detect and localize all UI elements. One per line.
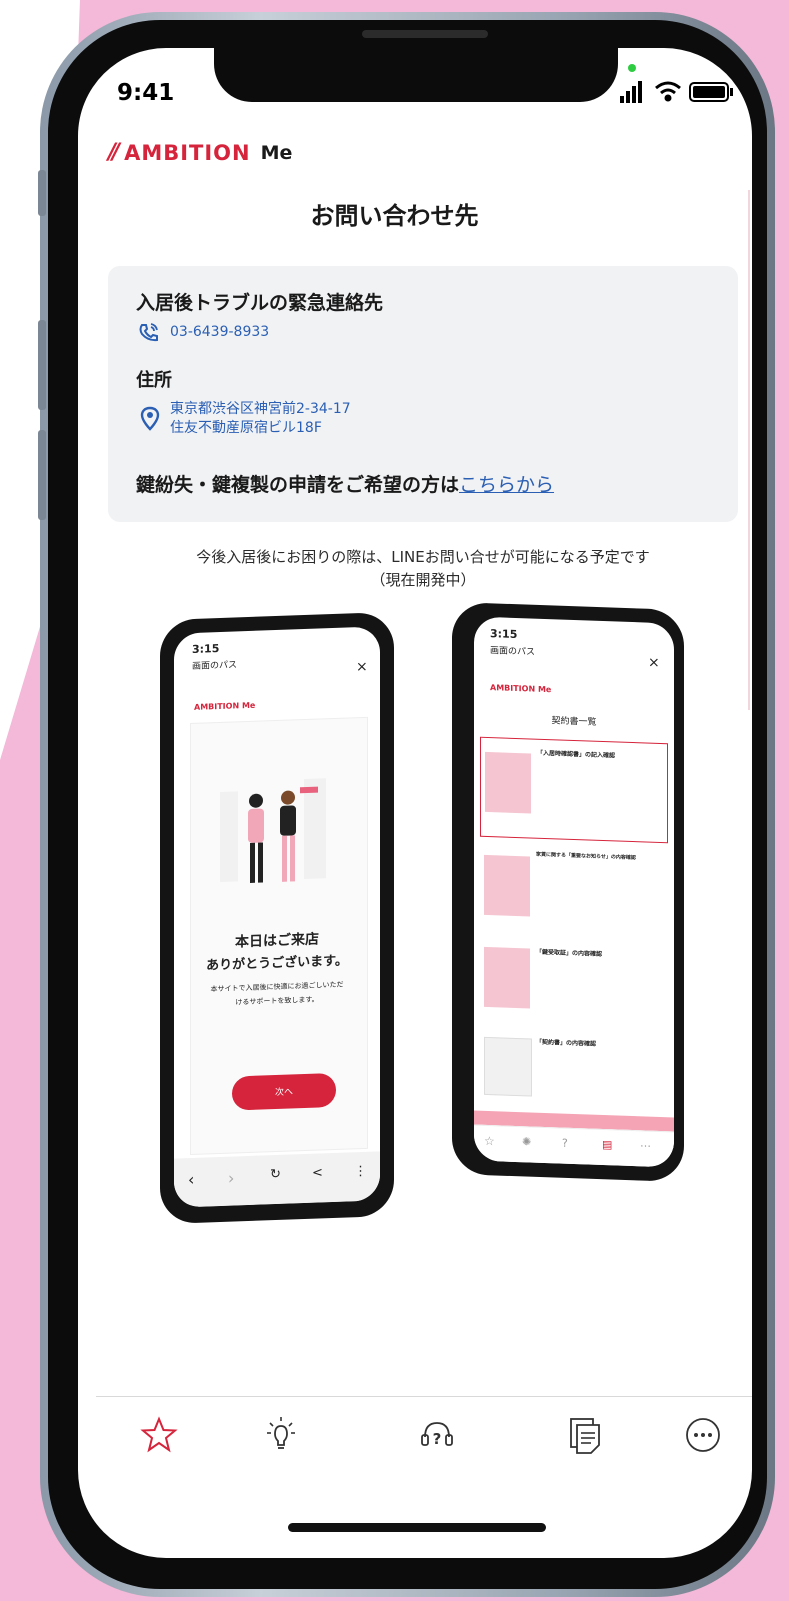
mockup-right-browser-title: 画面のパス <box>490 646 536 658</box>
mockup-right-item-4[interactable]: 「契約書」の内容確認 <box>480 1027 666 1113</box>
emergency-contact-heading: 入居後トラブルの緊急連絡先 <box>136 292 384 314</box>
mockup-item-3-title: 「鍵受取証」の内容確認 <box>536 948 603 958</box>
more-icon <box>686 1418 720 1452</box>
mockup-right-support-icon: ? <box>562 1136 568 1150</box>
mockup-left-back-icon: ‹ <box>188 1169 195 1190</box>
app-logo[interactable]: // AMBITION Me <box>108 140 292 165</box>
home-indicator[interactable] <box>288 1523 546 1532</box>
lightbulb-icon <box>267 1417 295 1449</box>
mockup-phone-left: 3:15 画面のパス × AMBITION Me 本日はご来店 ありがとうござい… <box>160 611 394 1225</box>
nav-more[interactable] <box>678 1410 728 1460</box>
line-support-notice: 今後入居後にお困りの際は、LINEお問い合せが可能になる予定です （現在開発中） <box>108 546 738 592</box>
phone-link[interactable]: 03-6439-8933 <box>138 322 269 342</box>
mockup-item-1-thumb <box>485 751 531 814</box>
key-request-link[interactable]: こちらから <box>459 474 554 496</box>
notice-line-2: （現在開発中） <box>370 571 476 589</box>
mockup-item-4-thumb <box>484 1036 532 1097</box>
logo-mark-icon: // <box>108 140 120 165</box>
nav-tips[interactable] <box>256 1410 306 1460</box>
notice-line-1: 今後入居後にお困りの際は、LINEお問い合せが可能になる予定です <box>196 548 650 566</box>
mockup-right-item-3[interactable]: 「鍵受取証」の内容確認 <box>480 937 666 1029</box>
mockup-right-close-icon: × <box>648 654 660 671</box>
signal-icon <box>620 81 642 103</box>
address-link[interactable]: 東京都渋谷区神宮前2-34-17 住友不動産原宿ビル18F <box>140 400 351 438</box>
logo-text: AMBITION <box>124 140 251 165</box>
phone-speaker <box>362 30 488 38</box>
mockup-right-logo: AMBITION Me <box>490 683 552 695</box>
mockup-left-menu-icon: ⋮ <box>354 1163 367 1180</box>
mockup-left-forward-icon: › <box>228 1168 235 1188</box>
star-icon <box>140 1416 178 1453</box>
mockup-right-nav: ☆ ✺ ? ▤ ⋯ <box>474 1124 674 1168</box>
nav-documents[interactable] <box>560 1410 610 1460</box>
mockup-left-browser-bar: ‹ › ↻ < ⋮ <box>174 1151 380 1208</box>
mockup-phone-right: 3:15 画面のパス × AMBITION Me 契約書一覧 「入居時確認書」の… <box>452 601 684 1183</box>
mockup-left-next-button[interactable]: 次へ <box>232 1072 336 1111</box>
nav-support[interactable]: ? <box>412 1410 462 1460</box>
logo-suffix: Me <box>260 141 293 164</box>
mockup-right-doc-icon: ▤ <box>602 1137 613 1152</box>
phone-icon <box>139 323 158 342</box>
mockup-left-screen: 3:15 画面のパス × AMBITION Me 本日はご来店 ありがとうござい… <box>174 626 380 1208</box>
phone-volume-up <box>38 320 46 410</box>
map-pin-icon <box>140 406 160 431</box>
wifi-icon <box>655 81 681 102</box>
mockup-left-logo: AMBITION Me <box>194 700 256 712</box>
phone-number: 03-6439-8933 <box>170 324 270 340</box>
mockup-item-4-title: 「契約書」の内容確認 <box>536 1038 597 1048</box>
mockup-item-2-thumb <box>484 854 530 917</box>
status-icons <box>620 81 733 103</box>
document-icon <box>570 1418 600 1454</box>
mockup-right-list-title: 契約書一覧 <box>551 716 597 728</box>
nav-favorites[interactable] <box>134 1410 184 1460</box>
mockup-left-illustration <box>220 778 326 883</box>
address-line-2: 住友不動産原宿ビル18F <box>170 420 322 436</box>
mockup-right-item-2[interactable]: 家賃に関する「重要なお知らせ」の内容確認 <box>480 841 666 937</box>
page-title: お問い合わせ先 <box>310 202 479 230</box>
address-line-1: 東京都渋谷区神宮前2-34-17 <box>170 401 351 417</box>
svg-text:?: ? <box>433 1430 442 1448</box>
mockup-right-time: 3:15 <box>490 627 518 642</box>
mockup-left-share-icon: < <box>312 1165 323 1181</box>
bottom-nav-divider <box>96 1396 752 1397</box>
mockup-right-bulb-icon: ✺ <box>522 1135 532 1149</box>
phone-volume-down <box>38 430 46 520</box>
mockup-right-screen: 3:15 画面のパス × AMBITION Me 契約書一覧 「入居時確認書」の… <box>474 616 674 1168</box>
camera-indicator-dot <box>628 64 636 72</box>
address-heading: 住所 <box>136 370 172 391</box>
mockup-item-3-thumb <box>484 946 530 1009</box>
mockup-item-2-title: 家賃に関する「重要なお知らせ」の内容確認 <box>536 851 636 862</box>
phone-notch <box>214 30 618 102</box>
scrollbar-track[interactable] <box>748 190 750 710</box>
mockup-right-item-1[interactable]: 「入居時確認書」の記入確認 <box>480 736 668 844</box>
mockup-left-close-icon: × <box>356 658 368 676</box>
battery-icon <box>689 82 733 102</box>
mockup-right-more-icon: ⋯ <box>640 1139 651 1153</box>
key-request-row: 鍵紛失・鍵複製の申請をご希望の方はこちらから <box>136 470 554 497</box>
key-request-text: 鍵紛失・鍵複製の申請をご希望の方は <box>136 474 460 496</box>
mockup-left-reload-icon: ↻ <box>270 1166 281 1183</box>
status-time: 9:41 <box>117 80 175 106</box>
mockup-item-1-title: 「入居時確認書」の記入確認 <box>537 749 616 760</box>
mockup-right-star-icon: ☆ <box>484 1133 495 1149</box>
mockup-left-browser-title: 画面のパス <box>192 660 238 672</box>
mockup-left-next-label: 次へ <box>274 1087 293 1099</box>
mockup-left-time: 3:15 <box>192 642 220 656</box>
support-icon: ? <box>421 1422 453 1448</box>
